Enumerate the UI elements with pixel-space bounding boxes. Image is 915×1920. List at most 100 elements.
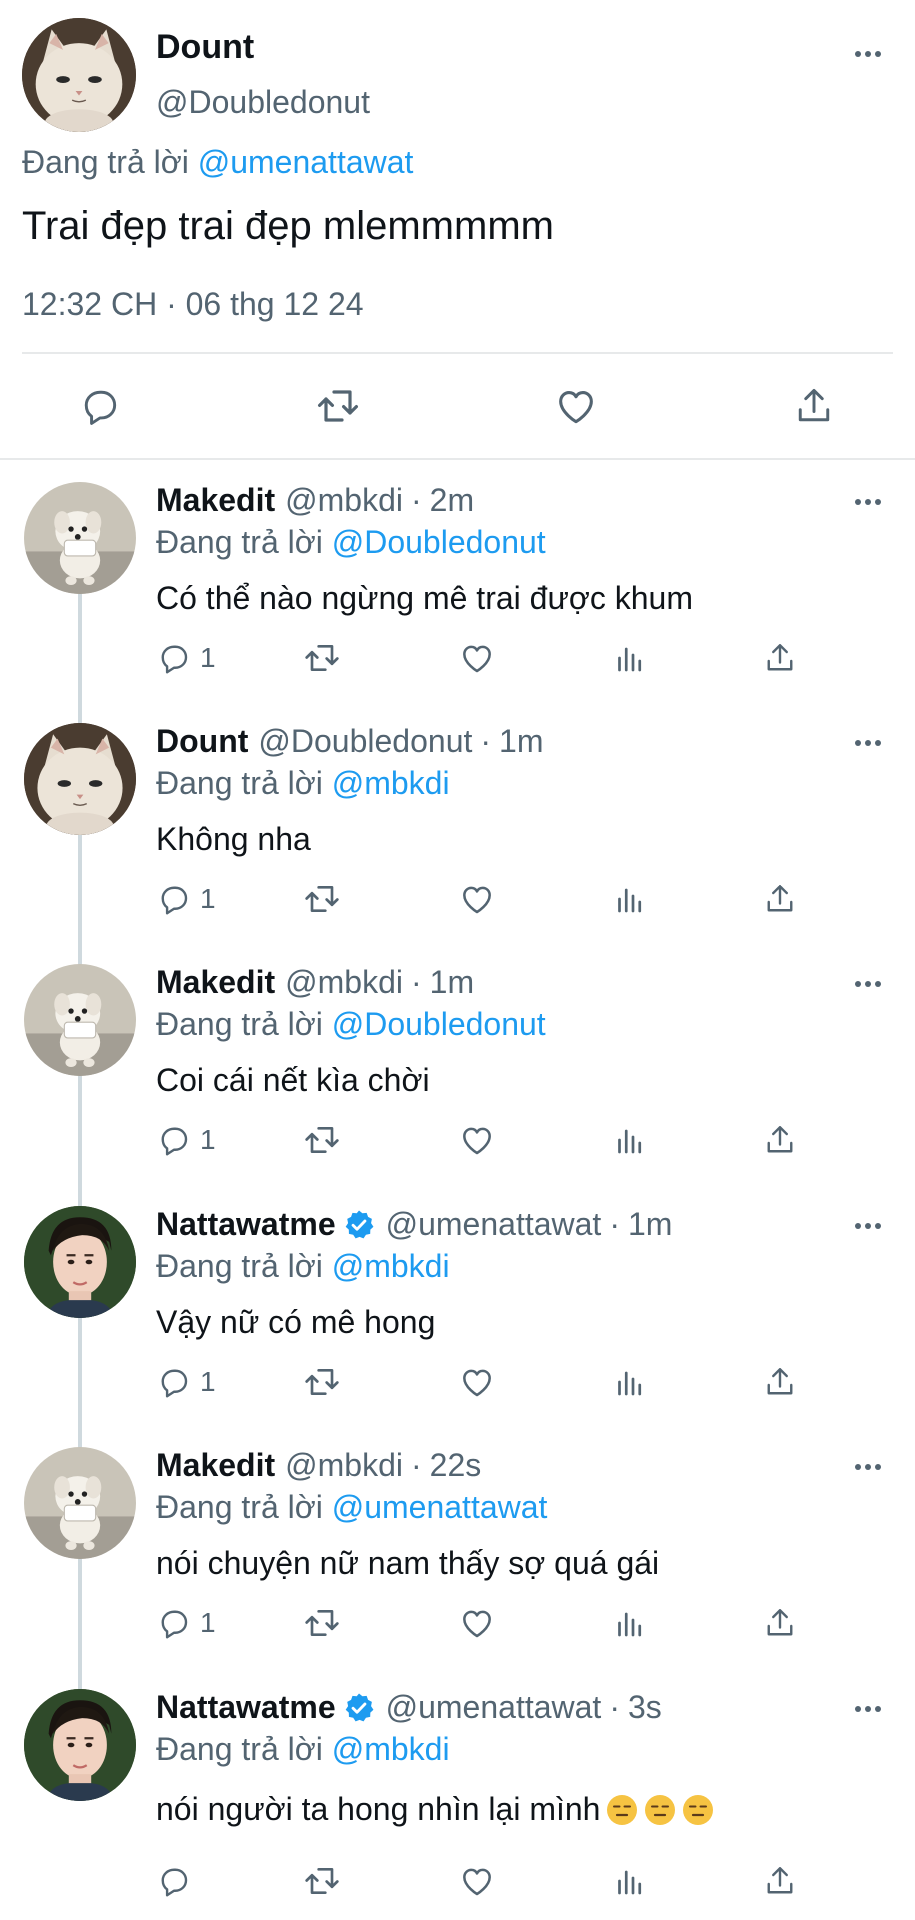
replying-mention[interactable]: @mbkdi <box>332 1248 450 1284</box>
author-name[interactable]: Makedit <box>156 482 275 519</box>
reply-tweet[interactable]: Makedit @mbkdi · 1m Đang trả lời @Double… <box>0 952 915 1193</box>
reply-count: 1 <box>200 1366 216 1397</box>
more-icon[interactable] <box>846 1455 890 1479</box>
retweet-icon[interactable] <box>302 1118 342 1162</box>
reply-icon[interactable] <box>70 376 130 436</box>
reply-count: 1 <box>200 1607 216 1638</box>
share-icon[interactable] <box>762 636 798 680</box>
replying-mention[interactable]: @mbkdi <box>332 1731 450 1767</box>
avatar[interactable] <box>24 723 136 835</box>
avatar[interactable] <box>24 482 136 594</box>
reply-button[interactable]: 1 <box>156 1601 216 1645</box>
more-icon[interactable] <box>846 42 890 66</box>
tweet-time[interactable]: 1m <box>430 964 474 1001</box>
avatar[interactable] <box>24 1447 136 1559</box>
more-icon[interactable] <box>846 490 890 514</box>
action-bar: 1 <box>0 1601 915 1645</box>
reply-tweet[interactable]: Makedit @mbkdi · 22s Đang trả lời @umena… <box>0 1435 915 1676</box>
reply-tweet[interactable]: Makedit @mbkdi · 2m Đang trả lời @Double… <box>0 470 915 711</box>
separator: · <box>609 1206 620 1242</box>
author-name[interactable]: Dount <box>156 723 248 760</box>
avatar[interactable] <box>24 1206 136 1318</box>
replying-mention[interactable]: @mbkdi <box>332 765 450 801</box>
author-handle[interactable]: @umenattawat <box>386 1206 602 1243</box>
more-icon[interactable] <box>846 1214 890 1238</box>
views-icon[interactable] <box>612 1118 648 1162</box>
share-icon[interactable] <box>762 1118 798 1162</box>
reply-tweet[interactable]: Dount @Doubledonut · 1m Đang trả lời @mb… <box>0 711 915 952</box>
replying-mention[interactable]: @Doubledonut <box>332 524 546 560</box>
like-icon[interactable] <box>546 376 606 436</box>
views-icon[interactable] <box>612 1360 648 1404</box>
main-tweet: Dount @Doubledonut Đang trả lời @umenatt… <box>0 0 915 460</box>
views-icon[interactable] <box>612 1601 648 1645</box>
avatar[interactable] <box>24 1689 136 1801</box>
replying-to: Đang trả lời @mbkdi <box>156 765 450 802</box>
reply-button[interactable]: 1 <box>156 877 216 921</box>
author-handle[interactable]: @mbkdi <box>285 1447 403 1484</box>
tweet-time[interactable]: 1m <box>628 1206 672 1243</box>
tweet-time[interactable]: 22s <box>430 1447 482 1484</box>
like-icon[interactable] <box>458 1601 496 1645</box>
reply-button[interactable]: 1 <box>156 636 216 680</box>
expressionless-face-emoji-icon <box>606 1794 638 1826</box>
tweet-text: Không nha <box>156 821 311 857</box>
replying-to: Đang trả lời @mbkdi <box>156 1731 450 1768</box>
views-icon[interactable] <box>612 877 648 921</box>
more-icon[interactable] <box>846 731 890 755</box>
retweet-icon[interactable] <box>302 1360 342 1404</box>
views-icon[interactable] <box>612 636 648 680</box>
separator: · <box>410 964 422 1000</box>
divider <box>0 458 915 460</box>
share-icon[interactable] <box>762 877 798 921</box>
like-icon[interactable] <box>458 1360 496 1404</box>
retweet-icon[interactable] <box>302 1601 342 1645</box>
author-name[interactable]: Makedit <box>156 964 275 1001</box>
author-handle[interactable]: @Doubledonut <box>258 723 472 760</box>
like-icon[interactable] <box>458 1118 496 1162</box>
share-icon[interactable] <box>784 376 844 436</box>
tweet-text: nói người ta hong nhìn lại mình <box>156 1791 601 1827</box>
replying-mention[interactable]: @umenattawat <box>198 144 414 180</box>
share-icon[interactable] <box>762 1360 798 1404</box>
expressionless-face-emoji-icon <box>644 1794 676 1826</box>
retweet-icon[interactable] <box>302 1859 342 1903</box>
replying-mention[interactable]: @umenattawat <box>332 1489 548 1525</box>
retweet-icon[interactable] <box>302 877 342 921</box>
author-name[interactable]: Dount <box>156 28 254 67</box>
reply-button[interactable]: 1 <box>156 1118 216 1162</box>
separator: · <box>410 482 422 518</box>
replying-to: Đang trả lời @Doubledonut <box>156 524 546 561</box>
replying-mention[interactable]: @Doubledonut <box>332 1006 546 1042</box>
avatar[interactable] <box>22 18 136 132</box>
author-handle[interactable]: @Doubledonut <box>156 84 370 121</box>
reply-tweet[interactable]: Nattawatme @umenattawat · 3s Đang trả lờ… <box>0 1677 915 1920</box>
like-icon[interactable] <box>458 636 496 680</box>
share-icon[interactable] <box>762 1601 798 1645</box>
tweet-time[interactable]: 2m <box>430 482 474 519</box>
reply-icon[interactable] <box>156 1859 192 1903</box>
author-name[interactable]: Nattawatme <box>156 1206 336 1243</box>
divider <box>22 352 893 354</box>
tweet-time[interactable]: 3s <box>628 1689 662 1726</box>
more-icon[interactable] <box>846 972 890 996</box>
retweet-icon[interactable] <box>308 376 368 436</box>
replying-label: Đang trả lời <box>156 1006 323 1042</box>
author-name[interactable]: Nattawatme <box>156 1689 336 1726</box>
tweet-time[interactable]: 1m <box>499 723 543 760</box>
like-icon[interactable] <box>458 877 496 921</box>
like-icon[interactable] <box>458 1859 496 1903</box>
author-handle[interactable]: @mbkdi <box>285 964 403 1001</box>
author-name[interactable]: Makedit <box>156 1447 275 1484</box>
reply-tweet[interactable]: Nattawatme @umenattawat · 1m Đang trả lờ… <box>0 1194 915 1435</box>
share-icon[interactable] <box>762 1859 798 1903</box>
views-icon[interactable] <box>612 1859 648 1903</box>
reply-button[interactable]: 1 <box>156 1360 216 1404</box>
avatar[interactable] <box>24 964 136 1076</box>
author-handle[interactable]: @mbkdi <box>285 482 403 519</box>
more-icon[interactable] <box>846 1697 890 1721</box>
retweet-icon[interactable] <box>302 636 342 680</box>
main-action-bar <box>0 376 915 436</box>
author-handle[interactable]: @umenattawat <box>386 1689 602 1726</box>
tweet-timestamp[interactable]: 12:32 CH · 06 thg 12 24 <box>22 286 364 323</box>
